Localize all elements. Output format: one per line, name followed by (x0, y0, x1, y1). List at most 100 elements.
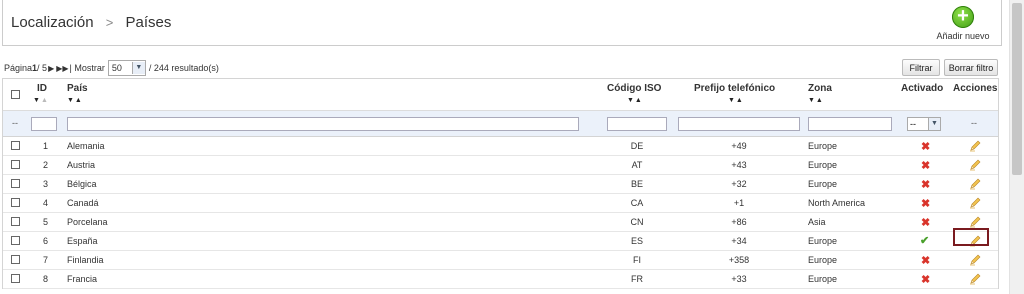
cell-id: 4 (43, 198, 49, 208)
check-icon[interactable]: ✔ (920, 234, 929, 247)
col-active-header: Activado (901, 83, 944, 94)
cell-id: 2 (43, 160, 49, 170)
breadcrumb-parent[interactable]: Localización (11, 14, 94, 31)
table-row[interactable]: 2 Austria AT +43 Europe ✖ (3, 156, 998, 175)
per-page-value: 50 (111, 63, 122, 73)
cell-country: Francia (67, 274, 98, 284)
pencil-icon[interactable] (969, 197, 981, 209)
row-checkbox[interactable] (11, 141, 20, 150)
filter-active-value: -- (910, 119, 916, 129)
x-icon[interactable]: ✖ (921, 197, 930, 210)
sort-iso-icon[interactable]: ▼▲ (627, 97, 643, 104)
filter-button[interactable]: Filtrar (902, 59, 940, 76)
cell-country: Bélgica (67, 179, 97, 189)
breadcrumb-separator: > (105, 15, 114, 30)
row-checkbox[interactable] (11, 255, 20, 264)
pencil-icon[interactable] (969, 273, 981, 285)
plus-circle-icon: + (952, 6, 974, 28)
add-new-label: Añadir nuevo (936, 31, 990, 41)
results-count: / 244 resultado(s) (148, 63, 219, 73)
add-new-button[interactable]: + Añadir nuevo (933, 6, 993, 42)
cell-country: España (67, 236, 98, 246)
table-row[interactable]: 3 Bélgica BE +32 Europe ✖ (3, 175, 998, 194)
cell-zone: Europe (808, 236, 838, 246)
col-id-header: ID (37, 83, 47, 94)
page-prefix: Página (4, 63, 33, 73)
cell-id: 6 (43, 236, 49, 246)
col-zone-header: Zona (808, 83, 832, 94)
x-icon[interactable]: ✖ (921, 140, 930, 153)
cell-iso: FR (631, 274, 643, 284)
table-row[interactable]: 1 Alemania DE +49 Europe ✖ (3, 137, 998, 156)
col-actions-header: Acciones (953, 83, 998, 94)
sort-id-icon[interactable]: ▼▲ (33, 97, 49, 104)
cell-iso: FI (633, 255, 641, 265)
show-label: | Mostrar (69, 63, 105, 73)
pencil-icon[interactable] (969, 254, 981, 266)
cell-phone: +1 (733, 198, 745, 208)
countries-table: ID ▼▲ País ▼▲ Código ISO ▼▲ Prefijo tele… (2, 78, 999, 289)
chevron-down-icon: ▼ (928, 118, 940, 130)
pencil-icon[interactable] (969, 178, 981, 190)
filter-actions-dash: -- (971, 118, 977, 128)
filter-active-select[interactable]: -- ▼ (907, 117, 941, 131)
filter-dash: -- (12, 118, 18, 128)
cell-phone: +43 (731, 160, 747, 170)
filter-phone-input[interactable] (678, 117, 800, 131)
cell-id: 1 (43, 141, 49, 151)
cell-phone: +86 (731, 217, 747, 227)
cell-id: 3 (43, 179, 49, 189)
table-row[interactable]: 8 Francia FR +33 Europe ✖ (3, 270, 998, 289)
next-page-icon[interactable]: ▶ (48, 64, 54, 73)
pagination: Página 1 / 5 ▶ ▶▶ | Mostrar 50 ▼ / 244 r… (4, 60, 219, 76)
row-checkbox[interactable] (11, 160, 20, 169)
scrollbar-thumb[interactable] (1012, 3, 1022, 175)
select-all-checkbox[interactable] (11, 90, 20, 99)
filter-country-input[interactable] (67, 117, 579, 131)
cell-id: 5 (43, 217, 49, 227)
table-row[interactable]: 7 Finlandia FI +358 Europe ✖ (3, 251, 998, 270)
table-row[interactable]: 4 Canadá CA +1 North America ✖ (3, 194, 998, 213)
breadcrumb-current: Países (125, 14, 172, 31)
cell-country: Porcelana (67, 217, 108, 227)
x-icon[interactable]: ✖ (921, 159, 930, 172)
cell-zone: Europe (808, 255, 838, 265)
filter-iso-input[interactable] (607, 117, 667, 131)
x-icon[interactable]: ✖ (921, 216, 930, 229)
vertical-scrollbar[interactable] (1009, 0, 1024, 294)
sort-zone-icon[interactable]: ▼▲ (808, 97, 824, 104)
sort-country-icon[interactable]: ▼▲ (67, 97, 83, 104)
cell-phone: +33 (731, 274, 747, 284)
cell-zone: North America (808, 198, 866, 208)
pencil-icon[interactable] (969, 216, 981, 228)
cell-zone: Europe (808, 141, 838, 151)
per-page-select[interactable]: 50 ▼ (107, 60, 146, 76)
cell-phone: +358 (728, 255, 750, 265)
cell-id: 8 (43, 274, 49, 284)
row-checkbox[interactable] (11, 274, 20, 283)
sort-phone-icon[interactable]: ▼▲ (728, 97, 744, 104)
table-body: 1 Alemania DE +49 Europe ✖ 2 Austria AT +43 Europe… (3, 137, 998, 289)
cell-iso: BE (630, 179, 643, 189)
table-row[interactable]: 6 España ES +34 Europe ✔ (3, 232, 998, 251)
row-checkbox[interactable] (11, 198, 20, 207)
cell-iso: CA (630, 198, 644, 208)
x-icon[interactable]: ✖ (921, 273, 930, 286)
x-icon[interactable]: ✖ (921, 178, 930, 191)
table-row[interactable]: 5 Porcelana CN +86 Asia ✖ (3, 213, 998, 232)
x-icon[interactable]: ✖ (921, 254, 930, 267)
cell-iso: DE (630, 141, 644, 151)
row-checkbox[interactable] (11, 179, 20, 188)
reset-filter-button[interactable]: Borrar filtro (944, 59, 998, 76)
cell-iso: AT (631, 160, 643, 170)
pencil-icon[interactable] (969, 159, 981, 171)
cell-country: Finlandia (67, 255, 104, 265)
cell-iso: CN (630, 217, 644, 227)
row-checkbox[interactable] (11, 217, 20, 226)
last-page-icon[interactable]: ▶▶ (56, 64, 68, 73)
row-checkbox[interactable] (11, 236, 20, 245)
filter-zone-input[interactable] (808, 117, 892, 131)
pencil-icon[interactable] (969, 140, 981, 152)
filter-id-input[interactable] (31, 117, 57, 131)
table-header: ID ▼▲ País ▼▲ Código ISO ▼▲ Prefijo tele… (3, 79, 998, 111)
